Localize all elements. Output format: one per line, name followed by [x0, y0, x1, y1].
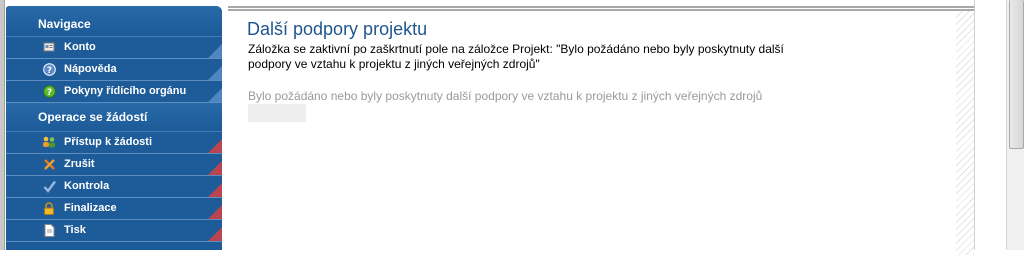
scrollbar-thumb[interactable]: [1009, 0, 1024, 149]
window-frame-left: [0, 0, 5, 250]
cancel-tools-icon: [42, 157, 56, 171]
sidebar-item-instructions[interactable]: ? Pokyny řídícího orgánu: [6, 81, 222, 103]
sidebar-item-label: Pokyny řídícího orgánu: [64, 85, 187, 97]
sidebar-item-label: Finalizace: [64, 202, 117, 214]
corner-decoration: [208, 66, 222, 80]
lock-icon: [42, 201, 56, 215]
account-icon: [42, 40, 56, 54]
corner-decoration: [208, 205, 222, 219]
sidebar: Navigace Konto ? Nápověda ? Pokyny řídíc…: [6, 6, 222, 250]
print-document-icon: [42, 223, 56, 237]
users-icon: [42, 135, 56, 149]
sidebar-item-label: Kontrola: [64, 180, 110, 192]
sidebar-item-label: Tisk: [64, 224, 86, 236]
sidebar-item-check[interactable]: Kontrola: [6, 176, 222, 198]
sidebar-item-label: Zrušit: [64, 158, 95, 170]
sidebar-item-access[interactable]: Přístup k žádosti: [6, 132, 222, 154]
section-heading-application-operations: Operace se žádostí: [6, 103, 222, 132]
section-heading-navigation: Navigace: [6, 6, 222, 37]
sidebar-item-label: Nápověda: [64, 63, 117, 75]
main-content: Další podpory projektu Záložka se zaktiv…: [228, 6, 974, 255]
corner-decoration: [208, 88, 222, 102]
sidebar-item-cancel[interactable]: Zrušit: [6, 154, 222, 176]
check-icon: [42, 179, 56, 193]
corner-decoration: [208, 183, 222, 197]
hatched-border-decoration: [956, 11, 974, 255]
corner-decoration: [208, 227, 222, 241]
other-support-field-value: [248, 104, 306, 122]
tab-activation-note: Záložka se zaktivní po zaškrtnutí pole n…: [248, 42, 784, 71]
corner-decoration: [208, 161, 222, 175]
window-frame-right: [974, 0, 1007, 250]
corner-decoration: [208, 44, 222, 58]
corner-decoration: [208, 139, 222, 153]
sidebar-item-label: Konto: [64, 41, 96, 53]
sidebar-item-print[interactable]: Tisk: [6, 220, 222, 242]
page-title: Další podpory projektu: [247, 19, 428, 39]
sidebar-item-finalize[interactable]: Finalizace: [6, 198, 222, 220]
other-support-field-label: Bylo požádáno nebo byly poskytnuty další…: [248, 89, 763, 103]
vertical-scrollbar[interactable]: [1006, 0, 1024, 250]
sidebar-item-help[interactable]: ? Nápověda: [6, 59, 222, 81]
sidebar-item-label: Přístup k žádosti: [64, 136, 153, 148]
sidebar-item-account[interactable]: Konto: [6, 37, 222, 59]
svg-text:?: ?: [46, 65, 51, 75]
instructions-icon: ?: [42, 84, 56, 98]
help-icon: ?: [42, 62, 56, 76]
svg-text:?: ?: [46, 87, 51, 97]
